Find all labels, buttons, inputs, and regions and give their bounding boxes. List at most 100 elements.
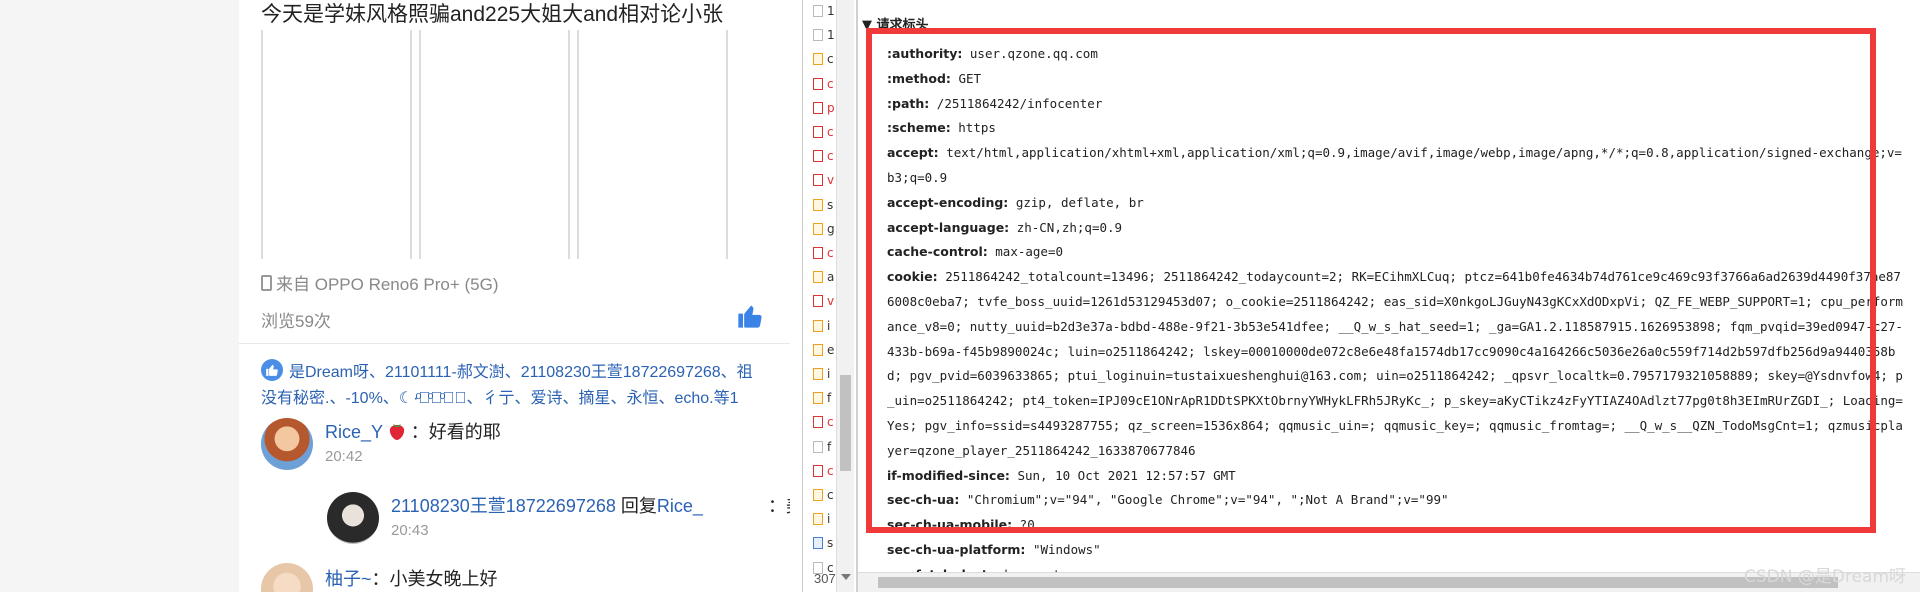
request-name: c	[827, 415, 834, 430]
request-name: i	[827, 367, 831, 381]
file-icon	[813, 319, 823, 332]
request-name: e	[827, 342, 835, 357]
header-value: https	[958, 120, 996, 136]
network-request-row[interactable]: s	[803, 533, 837, 553]
post-image[interactable]	[261, 30, 412, 259]
request-name: c	[827, 463, 834, 478]
file-icon	[813, 392, 823, 405]
likes-text[interactable]: 是Dream呀、21101111-郝文澍、21108230王萱187226972…	[289, 358, 753, 382]
network-request-row[interactable]: 1	[803, 1, 837, 21]
file-icon	[813, 440, 823, 453]
header-row[interactable]: accept-encoding: gzip, deflate, br	[887, 191, 1907, 216]
network-request-row[interactable]: c	[803, 412, 837, 432]
comment-author[interactable]: 柚子~	[325, 569, 372, 589]
header-row[interactable]: if-modified-since: Sun, 10 Oct 2021 12:5…	[887, 464, 1907, 489]
network-request-row[interactable]: f	[803, 388, 837, 408]
network-request-row[interactable]: g	[803, 219, 837, 239]
file-icon	[813, 77, 823, 90]
header-row[interactable]: :path: /2511864242/infocenter	[887, 92, 1907, 117]
comment-item: 柚子~：小美女晚上好	[261, 563, 498, 592]
network-request-row[interactable]: c	[803, 146, 837, 166]
header-row[interactable]: cookie: 2511864242_totalcount=13496; 251…	[887, 265, 1907, 463]
network-request-row[interactable]: s	[803, 195, 837, 215]
network-request-row[interactable]: p	[803, 98, 837, 118]
comment-text: ：美	[767, 496, 790, 516]
network-list-scrollbar[interactable]	[836, 0, 854, 592]
network-request-row[interactable]: i	[803, 364, 837, 384]
avatar[interactable]	[261, 563, 313, 592]
header-value: /2511864242/infocenter	[936, 95, 1103, 111]
post-image[interactable]	[419, 30, 570, 259]
header-row[interactable]: accept: text/html,application/xhtml+xml,…	[887, 141, 1907, 191]
file-icon	[813, 247, 823, 259]
file-icon	[813, 271, 823, 284]
header-key: cookie:	[887, 269, 938, 285]
network-request-row[interactable]: e	[803, 340, 837, 360]
network-request-row[interactable]: 1	[803, 25, 837, 45]
avatar[interactable]	[327, 492, 379, 544]
scroll-thumb[interactable]	[878, 577, 1838, 588]
network-request-row[interactable]: c	[803, 122, 837, 142]
request-name: s	[827, 197, 834, 212]
file-icon	[813, 368, 823, 380]
scroll-thumb[interactable]	[840, 375, 851, 471]
header-value: gzip, deflate, br	[1015, 194, 1144, 210]
header-row[interactable]: sec-ch-ua: "Chromium";v="94", "Google Ch…	[887, 488, 1907, 513]
network-request-row[interactable]: c	[803, 243, 837, 263]
likes-text-continued[interactable]: 没有秘密.、-10%、☾·ͦ余ͦ淮ͦ𝑂𝑂、彳亍、爱诗、摘星、永恒、echo.等1	[261, 384, 739, 408]
header-key: cache-control:	[887, 244, 988, 260]
network-request-row[interactable]: c	[803, 461, 837, 481]
reply-label: 回复	[620, 496, 657, 516]
header-row[interactable]: :scheme: https	[887, 116, 1907, 141]
request-name: c	[827, 149, 834, 164]
header-row[interactable]: cache-control: max-age=0	[887, 240, 1907, 265]
view-count: 浏览59次	[261, 312, 331, 331]
file-icon	[813, 150, 823, 163]
phone-icon	[261, 274, 272, 291]
network-request-row[interactable]: c	[803, 49, 837, 69]
network-request-row[interactable]: a	[803, 267, 837, 287]
section-title: 请求标头	[876, 18, 929, 33]
avatar[interactable]	[261, 418, 313, 470]
post-image[interactable]	[577, 30, 728, 259]
comment-author[interactable]: 21108230王萱18722697268	[391, 496, 616, 516]
header-row[interactable]: sec-ch-ua-mobile: ?0	[887, 513, 1907, 538]
header-row[interactable]: sec-ch-ua-platform: "Windows"	[887, 538, 1907, 563]
file-icon	[813, 464, 823, 477]
feed-post-card: 今天是学妹风格照骗and225大姐大and相对论小张 来自 OPPO Reno6…	[239, 0, 790, 592]
network-request-row[interactable]: i	[803, 316, 837, 336]
request-name: s	[827, 536, 834, 551]
request-name: p	[827, 100, 835, 115]
strawberry-emoji-icon	[389, 424, 404, 440]
header-key: accept-encoding:	[887, 194, 1009, 210]
header-row[interactable]: accept-language: zh-CN,zh;q=0.9	[887, 216, 1907, 241]
request-name: g	[827, 221, 835, 236]
scroll-down-icon[interactable]	[841, 574, 851, 580]
request-headers-panel: ▼ 请求标头 :authority: user.qzone.qq.com:met…	[858, 0, 1920, 592]
header-row[interactable]: :method: GET	[887, 67, 1907, 92]
comment-author[interactable]: Rice_Y	[325, 422, 383, 442]
header-row[interactable]: :authority: user.qzone.qq.com	[887, 42, 1907, 67]
network-request-row[interactable]: c	[803, 485, 837, 505]
likes-list[interactable]: 是Dream呀、21101111-郝文澍、21108230王萱187226972…	[261, 358, 790, 382]
network-request-row[interactable]: v	[803, 170, 837, 190]
section-header-request-headers[interactable]: ▼ 请求标头	[862, 14, 929, 33]
file-icon	[813, 537, 823, 550]
request-name: c	[827, 488, 834, 502]
header-value: Sun, 10 Oct 2021 12:57:57 GMT	[1017, 467, 1236, 483]
header-key: accept-language:	[887, 219, 1010, 235]
header-value: "Chromium";v="94", "Google Chrome";v="94…	[966, 492, 1449, 508]
header-key: :authority:	[887, 46, 963, 61]
network-request-row[interactable]: c	[803, 74, 837, 94]
thumbs-up-icon[interactable]	[736, 302, 764, 330]
post-image-grid	[261, 30, 730, 259]
like-badge-icon	[261, 359, 283, 381]
file-icon	[813, 5, 823, 17]
header-value: zh-CN,zh;q=0.9	[1016, 219, 1123, 235]
reply-target[interactable]: Rice_	[657, 496, 703, 516]
network-request-row[interactable]: i	[803, 509, 837, 529]
file-icon	[813, 174, 823, 187]
network-request-row[interactable]: v	[803, 291, 837, 311]
network-request-row[interactable]: f	[803, 437, 837, 457]
request-name: v	[827, 294, 835, 309]
